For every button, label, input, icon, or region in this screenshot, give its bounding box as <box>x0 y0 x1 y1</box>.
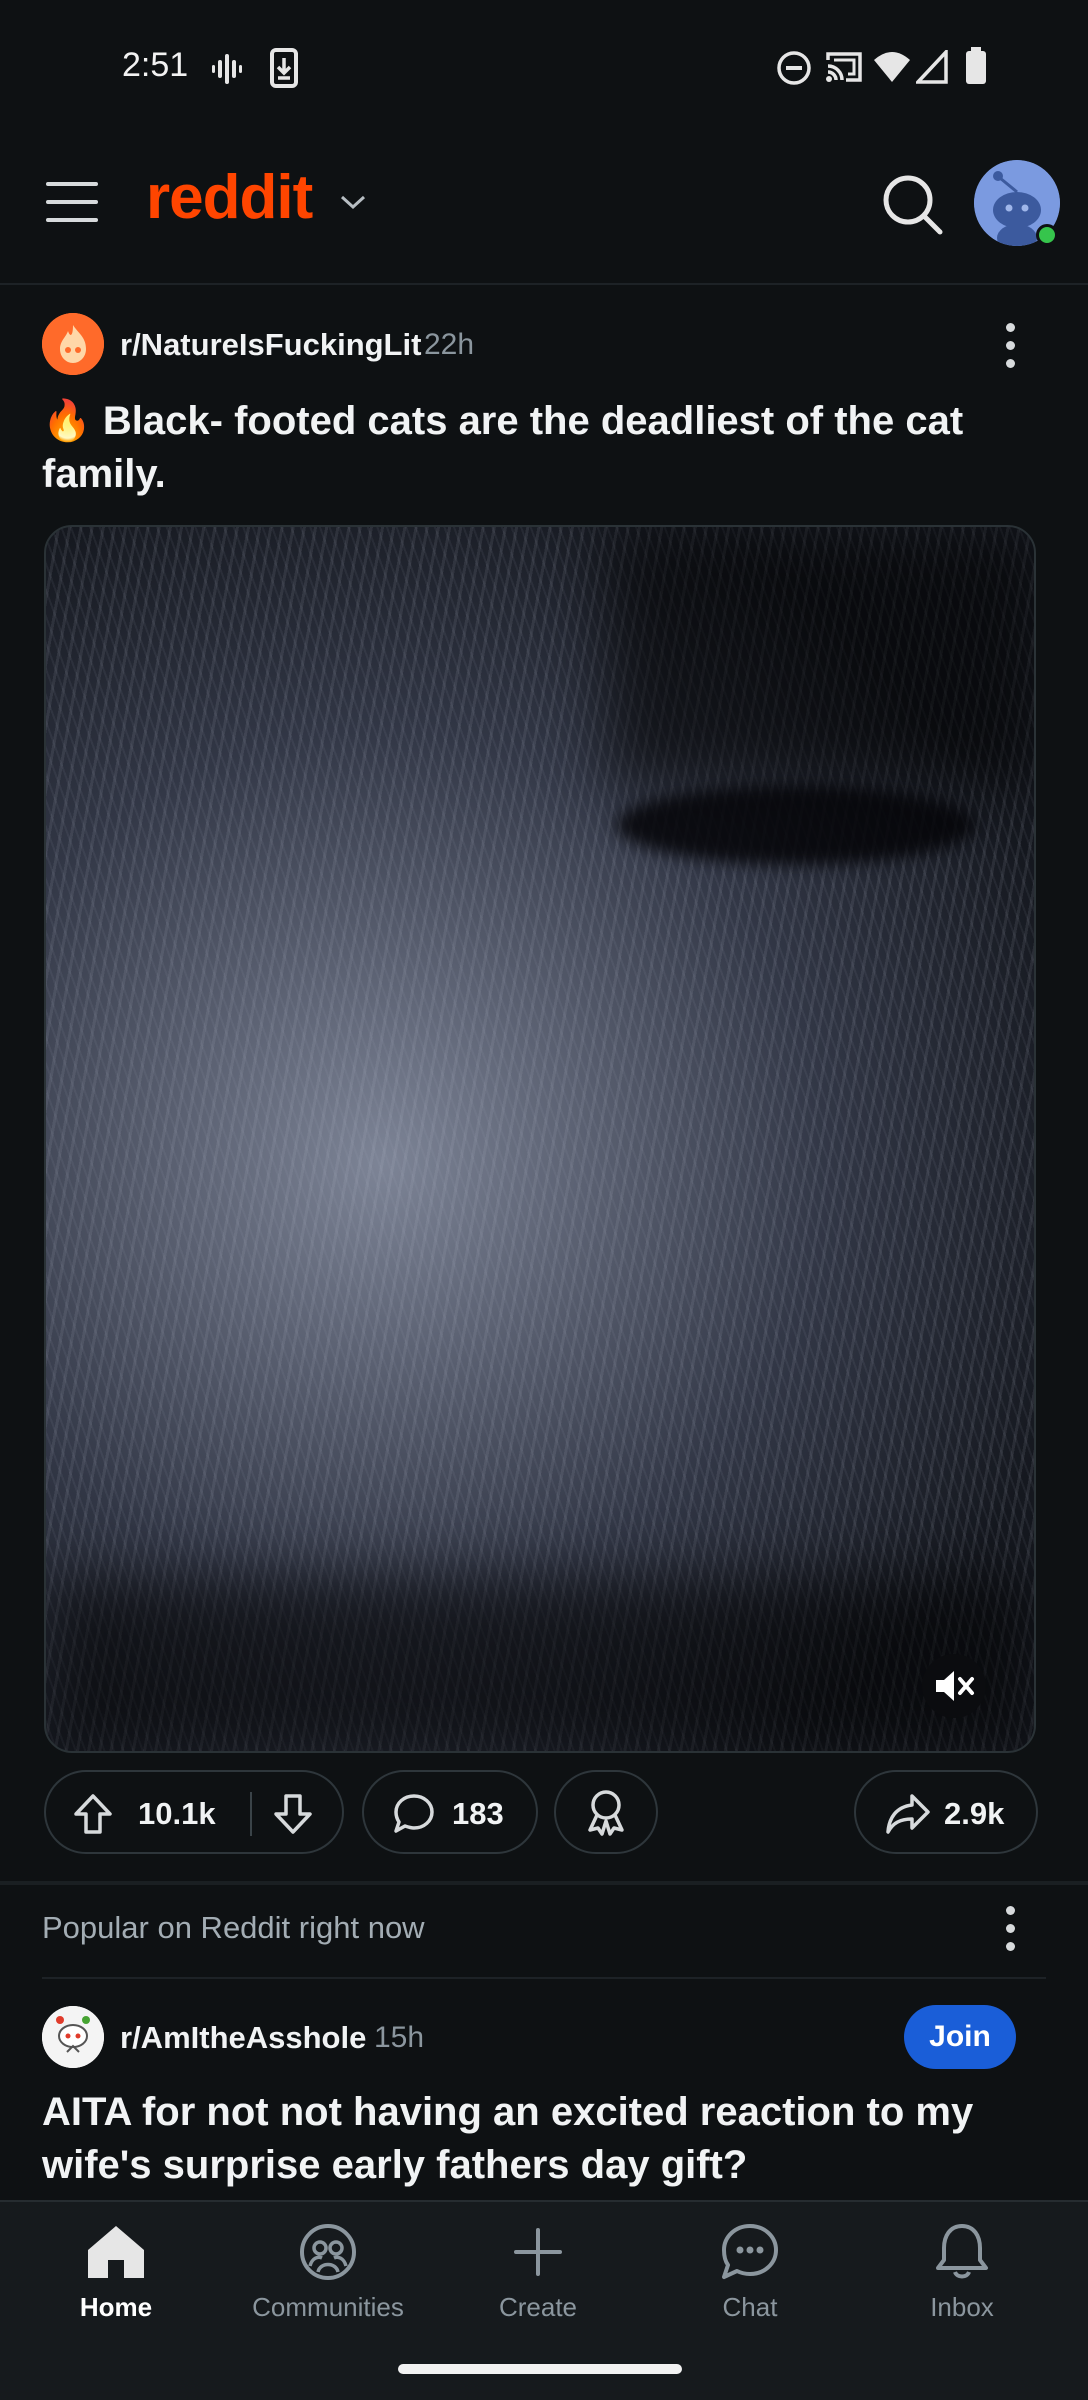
vote-control: 10.1k <box>44 1770 344 1854</box>
share-icon <box>886 1794 930 1834</box>
post-age: 22h <box>424 328 475 361</box>
subreddit-name[interactable]: r/AmItheAsshole <box>120 2020 366 2056</box>
status-time: 2:51 <box>122 46 189 84</box>
nav-label: Home <box>79 2292 153 2322</box>
do-not-disturb-icon <box>777 51 811 85</box>
home-icon <box>88 2226 144 2278</box>
section-divider <box>42 1977 1046 1979</box>
comments-button[interactable]: 183 <box>362 1770 538 1854</box>
cast-icon <box>826 52 862 82</box>
fire-snoo-icon <box>42 313 104 375</box>
nav-home[interactable]: Home <box>10 2222 222 2332</box>
post-actions: 10.1k 183 2.9k <box>0 1770 1088 1856</box>
wifi-icon <box>874 52 910 82</box>
subreddit-name[interactable]: r/NatureIsFuckingLit <box>120 327 421 363</box>
plus-icon <box>514 2228 562 2276</box>
nav-label: Create <box>498 2292 578 2322</box>
nav-create[interactable]: Create <box>432 2222 644 2332</box>
popular-section-label: Popular on Reddit right now <box>42 1910 425 1945</box>
post-separator <box>0 1881 1088 1885</box>
subreddit-icon[interactable] <box>42 313 104 375</box>
gesture-home-indicator[interactable] <box>398 2364 682 2374</box>
post-title[interactable]: 🔥 Black- footed cats are the deadliest o… <box>42 395 1042 501</box>
nav-communities[interactable]: Communities <box>222 2222 434 2332</box>
online-status-dot <box>1036 224 1058 246</box>
mute-icon[interactable] <box>922 1654 986 1718</box>
downvote-icon[interactable] <box>272 1792 314 1836</box>
video-shadow <box>46 1577 1034 1751</box>
nav-label: Chat <box>722 2292 778 2322</box>
download-icon <box>270 48 298 88</box>
upvote-count: 10.1k <box>138 1796 216 1831</box>
join-button[interactable]: Join <box>904 2005 1016 2069</box>
post-video[interactable] <box>44 525 1036 1753</box>
video-shadow <box>616 785 976 865</box>
status-bar: 2:51 <box>0 0 1088 130</box>
post-card[interactable]: r/NatureIsFuckingLit 22h 🔥 Black- footed… <box>0 287 1088 1885</box>
share-button[interactable]: 2.9k <box>854 1770 1038 1854</box>
communities-icon <box>300 2224 356 2280</box>
search-icon[interactable] <box>880 172 944 236</box>
comment-count: 183 <box>452 1796 504 1831</box>
nav-label: Inbox <box>930 2292 994 2322</box>
nav-chat[interactable]: Chat <box>644 2222 856 2332</box>
bell-icon <box>936 2224 988 2279</box>
reddit-home-screen: 2:51 reddit r/NatureIsFuckingLit 22h 🔥 B… <box>0 0 1088 2400</box>
share-count: 2.9k <box>944 1796 1005 1831</box>
menu-icon[interactable] <box>46 182 98 222</box>
more-options-icon[interactable] <box>1000 1906 1020 1952</box>
nav-label: Communities <box>252 2292 404 2322</box>
video-shadow <box>606 527 1034 787</box>
award-icon <box>588 1790 624 1836</box>
battery-icon <box>966 47 986 84</box>
post-age: 15h <box>374 2021 425 2054</box>
vote-divider <box>250 1792 252 1836</box>
more-options-icon[interactable] <box>1000 323 1020 369</box>
speaker-muted-glyph <box>936 1671 974 1701</box>
chat-icon <box>722 2224 778 2279</box>
upvote-icon[interactable] <box>72 1792 114 1836</box>
nav-inbox[interactable]: Inbox <box>856 2222 1068 2332</box>
vibrate-icon <box>212 54 242 84</box>
post-title[interactable]: AITA for not not having an excited react… <box>42 2086 1052 2192</box>
chevron-down-icon[interactable] <box>338 192 368 212</box>
award-button[interactable] <box>554 1770 658 1854</box>
comment-icon <box>394 1794 434 1833</box>
app-header: reddit <box>0 130 1088 285</box>
subreddit-icon[interactable] <box>42 2006 104 2068</box>
signal-icon <box>916 50 948 84</box>
reddit-logo[interactable]: reddit <box>146 162 313 233</box>
aita-snoo-icon <box>42 2006 104 2068</box>
